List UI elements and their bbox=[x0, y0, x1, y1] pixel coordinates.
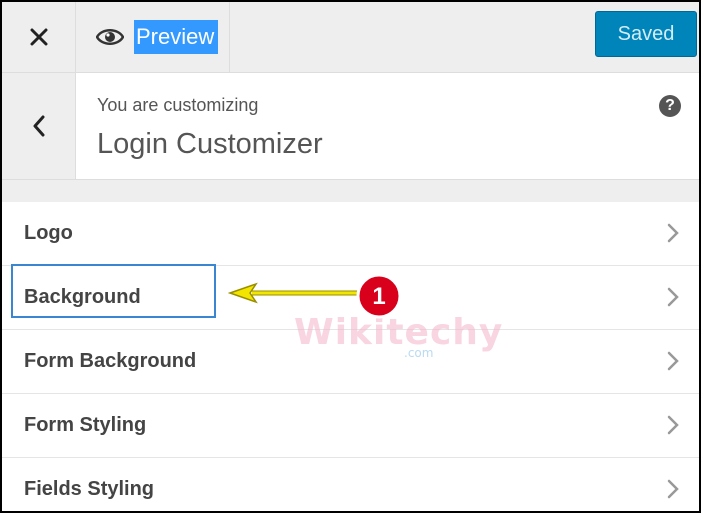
section-gap bbox=[2, 180, 699, 202]
customizer-toolbar: Preview Saved bbox=[2, 2, 699, 73]
help-icon[interactable]: ? bbox=[659, 95, 681, 117]
chevron-right-icon bbox=[667, 415, 679, 435]
step-badge: 1 bbox=[356, 273, 402, 319]
chevron-right-icon bbox=[667, 287, 679, 307]
customizing-title: Login Customizer bbox=[97, 128, 323, 160]
menu-item-label: Background bbox=[24, 286, 141, 308]
customizer-panel: Preview Saved You are customizing Login … bbox=[0, 0, 701, 513]
chevron-right-icon bbox=[667, 223, 679, 243]
menu-item-label: Form Background bbox=[24, 350, 197, 372]
annotation-arrow bbox=[228, 282, 358, 304]
menu-item-logo[interactable]: Logo bbox=[2, 202, 699, 266]
watermark-suffix: .com bbox=[404, 346, 434, 360]
preview-label: Preview bbox=[134, 20, 219, 54]
menu-item-form-styling[interactable]: Form Styling bbox=[2, 394, 699, 458]
section-menu: Logo Background Form Background Form Sty… bbox=[2, 202, 699, 511]
menu-item-label: Fields Styling bbox=[24, 478, 155, 500]
close-button[interactable] bbox=[2, 2, 76, 72]
menu-item-label: Form Styling bbox=[24, 414, 147, 436]
back-button[interactable] bbox=[2, 73, 76, 179]
saved-button[interactable]: Saved bbox=[595, 11, 697, 57]
step-badge-number: 1 bbox=[372, 283, 385, 310]
close-icon bbox=[30, 28, 47, 46]
preview-button[interactable]: Preview bbox=[76, 2, 230, 72]
eye-icon bbox=[96, 29, 124, 45]
customizer-header: You are customizing Login Customizer ? bbox=[2, 73, 699, 180]
chevron-right-icon bbox=[667, 479, 679, 499]
customizing-subtitle: You are customizing bbox=[97, 95, 259, 115]
menu-item-fields-styling[interactable]: Fields Styling bbox=[2, 458, 699, 511]
menu-item-label: Logo bbox=[24, 222, 73, 244]
chevron-left-icon bbox=[33, 115, 44, 137]
chevron-right-icon bbox=[667, 351, 679, 371]
